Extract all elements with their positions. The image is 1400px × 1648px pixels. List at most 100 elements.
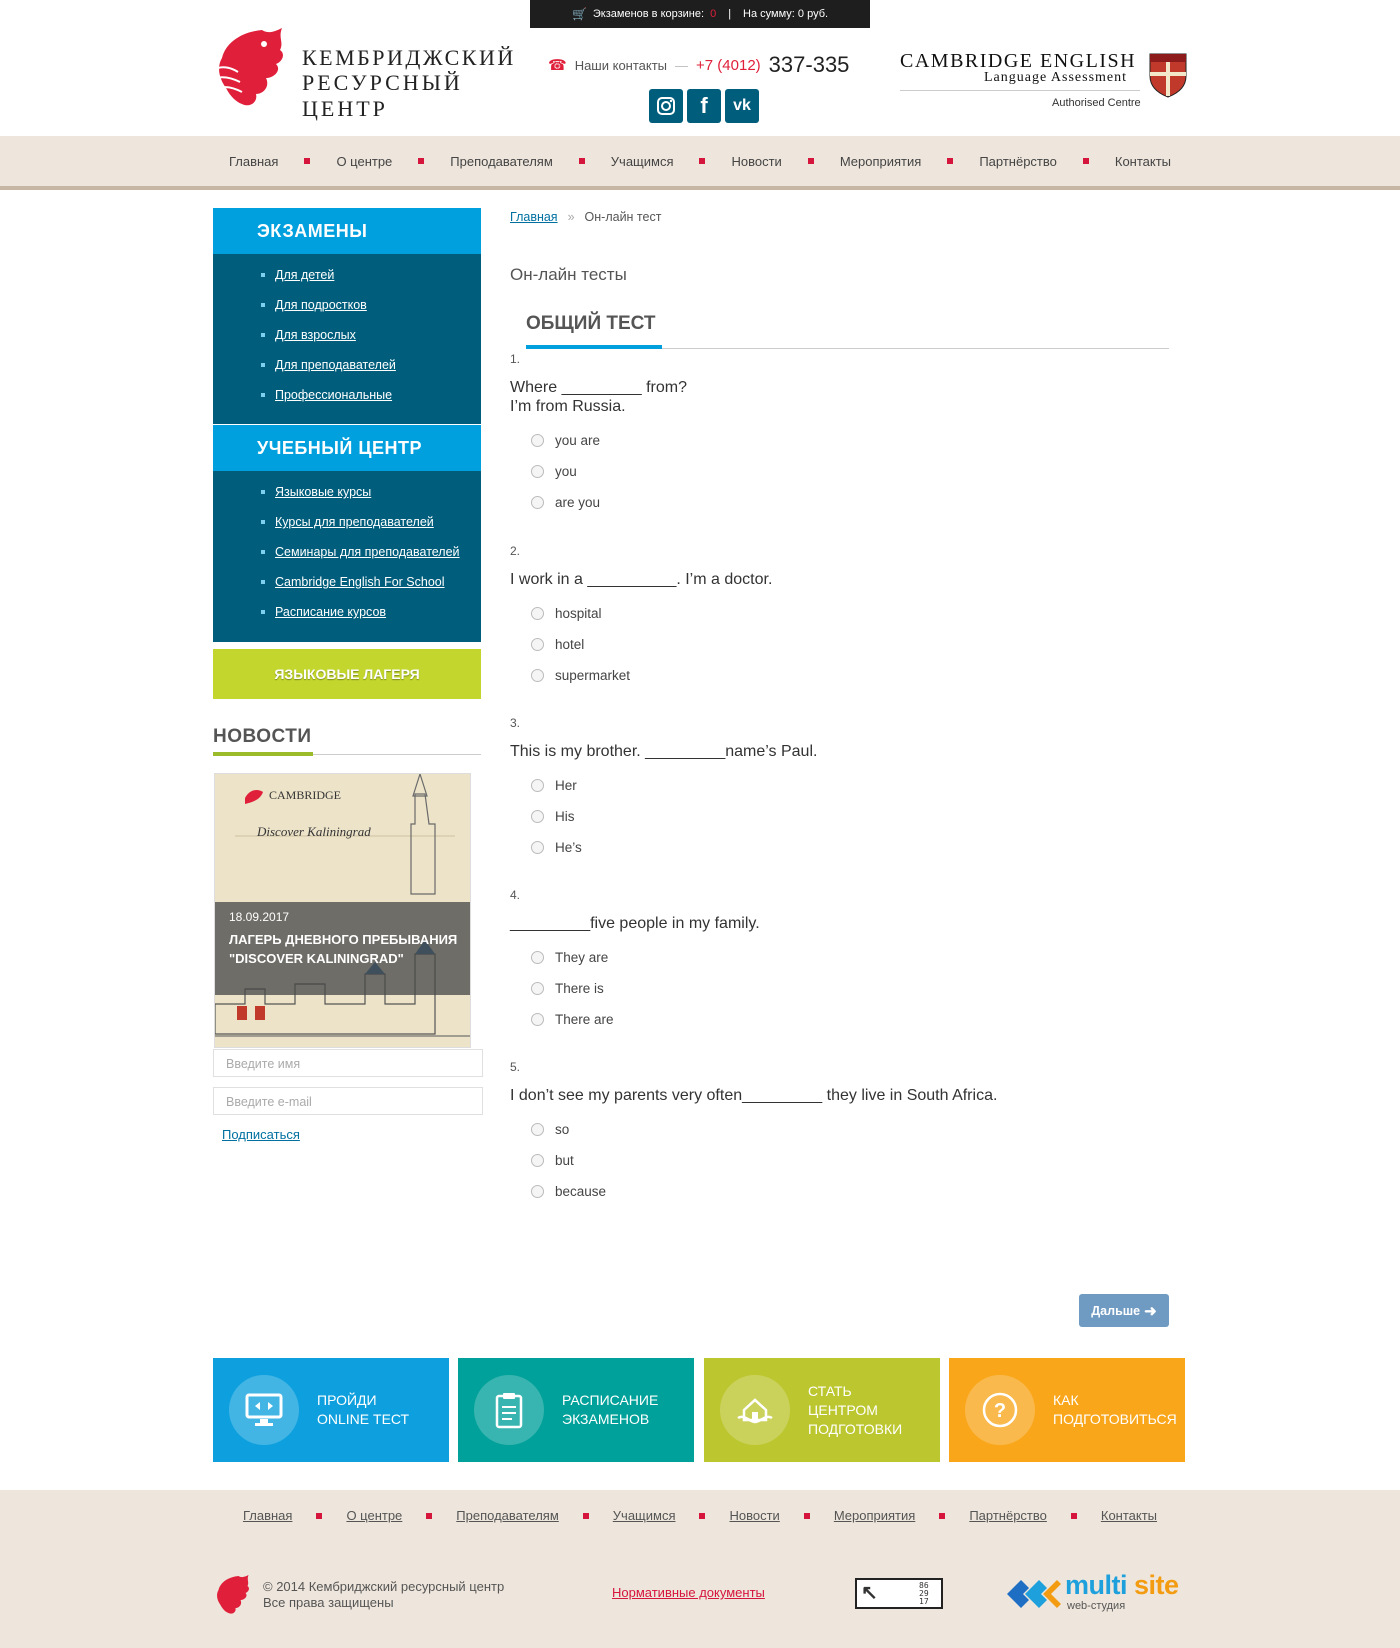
sidebar-link[interactable]: Семинары для преподавателей (275, 545, 460, 559)
radio-button[interactable] (531, 607, 544, 620)
cart-bar[interactable]: 🛒 Экзаменов в корзине: 0 | На сумму: 0 ру… (530, 0, 870, 28)
answer-option[interactable]: are you (510, 487, 1160, 518)
news-headline[interactable]: ЛАГЕРЬ ДНЕВНОГО ПРЕБЫВАНИЯ "DISCOVER KAL… (229, 930, 458, 968)
footer-nav-link[interactable]: Новости (729, 1508, 779, 1523)
radio-button[interactable] (531, 638, 544, 651)
radio-button[interactable] (531, 496, 544, 509)
answer-option[interactable]: Her (510, 770, 1160, 801)
sidebar-item[interactable]: Для подростков (213, 290, 481, 320)
radio-button[interactable] (531, 669, 544, 682)
sidebar-link[interactable]: Cambridge English For School (275, 575, 445, 589)
breadcrumb-home[interactable]: Главная (510, 210, 558, 224)
name-input[interactable]: Введите имя (213, 1049, 483, 1077)
answer-label[interactable]: Her (555, 778, 577, 793)
answer-label[interactable]: hospital (555, 606, 602, 621)
nav-link[interactable]: Учащимся (611, 154, 674, 169)
radio-button[interactable] (531, 1123, 544, 1136)
sidebar-item[interactable]: Семинары для преподавателей (213, 537, 481, 567)
vk-icon[interactable]: vk (725, 89, 759, 123)
nav-item[interactable]: Главная (229, 154, 336, 169)
footer-nav-item[interactable]: Партнёрство (969, 1508, 1101, 1523)
answer-label[interactable]: but (555, 1153, 574, 1168)
email-input[interactable]: Введите e-mail (213, 1087, 483, 1115)
next-button[interactable]: Дальше ➜ (1079, 1294, 1169, 1327)
sidebar-item[interactable]: Языковые курсы (213, 477, 481, 507)
promo-tile[interactable]: РАСПИСАНИЕ ЭКЗАМЕНОВ (458, 1358, 694, 1462)
subscribe-link[interactable]: Подписаться (222, 1127, 300, 1142)
footer-nav-link[interactable]: Мероприятия (834, 1508, 916, 1523)
answer-label[interactable]: you are (555, 433, 600, 448)
sidebar-exams-heading[interactable]: ЭКЗАМЕНЫ (213, 208, 481, 254)
footer-nav-item[interactable]: Новости (729, 1508, 833, 1523)
cambridge-english-logo[interactable]: CAMBRIDGE ENGLISH Language Assessment Au… (900, 48, 1190, 118)
radio-button[interactable] (531, 1013, 544, 1026)
answer-option[interactable]: He’s (510, 832, 1160, 863)
radio-button[interactable] (531, 434, 544, 447)
sidebar-link[interactable]: Профессиональные (275, 388, 392, 402)
footer-nav-item[interactable]: Учащимся (613, 1508, 730, 1523)
nav-link[interactable]: Контакты (1115, 154, 1171, 169)
footer-nav-link[interactable]: О центре (346, 1508, 402, 1523)
answer-label[interactable]: He’s (555, 840, 582, 855)
radio-button[interactable] (531, 982, 544, 995)
footer-nav-item[interactable]: Контакты (1101, 1508, 1157, 1523)
nav-link[interactable]: Преподавателям (450, 154, 552, 169)
instagram-icon[interactable] (649, 89, 683, 123)
radio-button[interactable] (531, 841, 544, 854)
sidebar-link[interactable]: Языковые курсы (275, 485, 371, 499)
footer-nav-item[interactable]: Главная (243, 1508, 346, 1523)
answer-option[interactable]: but (510, 1145, 1160, 1176)
footer-nav-item[interactable]: О центре (346, 1508, 456, 1523)
answer-label[interactable]: are you (555, 495, 600, 510)
answer-option[interactable]: They are (510, 942, 1160, 973)
answer-option[interactable]: His (510, 801, 1160, 832)
footer-nav-item[interactable]: Преподавателям (456, 1508, 612, 1523)
sidebar-item[interactable]: Для детей (213, 260, 481, 290)
promo-tile[interactable]: ? КАК ПОДГОТОВИТЬСЯ (949, 1358, 1185, 1462)
facebook-icon[interactable]: f (687, 89, 721, 123)
sidebar-link[interactable]: Для детей (275, 268, 334, 282)
sidebar-item[interactable]: Для преподавателей (213, 350, 481, 380)
answer-label[interactable]: His (555, 809, 575, 824)
answer-label[interactable]: hotel (555, 637, 584, 652)
promo-tile[interactable]: ПРОЙДИ ONLINE ТЕСТ (213, 1358, 449, 1462)
sidebar-item[interactable]: Cambridge English For School (213, 567, 481, 597)
nav-item[interactable]: Мероприятия (840, 154, 980, 169)
sidebar-item[interactable]: Профессиональные (213, 380, 481, 410)
answer-label[interactable]: supermarket (555, 668, 630, 683)
nav-item[interactable]: Контакты (1115, 154, 1171, 169)
multisite-logo[interactable]: multi site web-студия (1003, 1570, 1188, 1616)
documents-link[interactable]: Нормативные документы (612, 1585, 765, 1600)
nav-item[interactable]: Партнёрство (979, 154, 1115, 169)
answer-option[interactable]: because (510, 1176, 1160, 1207)
sidebar-item[interactable]: Для взрослых (213, 320, 481, 350)
answer-option[interactable]: supermarket (510, 660, 1160, 691)
answer-option[interactable]: There is (510, 973, 1160, 1004)
radio-button[interactable] (531, 951, 544, 964)
radio-button[interactable] (531, 1154, 544, 1167)
nav-link[interactable]: Новости (731, 154, 781, 169)
sidebar-link[interactable]: Расписание курсов (275, 605, 386, 619)
answer-option[interactable]: you (510, 456, 1160, 487)
answer-label[interactable]: you (555, 464, 577, 479)
radio-button[interactable] (531, 465, 544, 478)
sidebar-link[interactable]: Курсы для преподавателей (275, 515, 434, 529)
nav-link[interactable]: Мероприятия (840, 154, 922, 169)
answer-option[interactable]: you are (510, 425, 1160, 456)
nav-item[interactable]: Учащимся (611, 154, 732, 169)
nav-item[interactable]: Новости (731, 154, 839, 169)
footer-nav-link[interactable]: Учащимся (613, 1508, 676, 1523)
visit-counter[interactable]: ↖ 86 29 17 (855, 1578, 943, 1609)
nav-link[interactable]: Партнёрство (979, 154, 1057, 169)
tab-general-test[interactable]: ОБЩИЙ ТЕСТ (526, 313, 662, 349)
answer-label[interactable]: There is (555, 981, 604, 996)
sidebar-link[interactable]: Для преподавателей (275, 358, 396, 372)
footer-nav-link[interactable]: Главная (243, 1508, 292, 1523)
answer-option[interactable]: There are (510, 1004, 1160, 1035)
answer-label[interactable]: There are (555, 1012, 614, 1027)
sidebar-center-heading[interactable]: УЧЕБНЫЙ ЦЕНТР (213, 425, 481, 471)
nav-item[interactable]: О центре (336, 154, 450, 169)
radio-button[interactable] (531, 1185, 544, 1198)
sidebar-link[interactable]: Для взрослых (275, 328, 356, 342)
news-card[interactable]: CAMBRIDGE Discover Kaliningrad 18.09.201… (214, 773, 471, 1048)
